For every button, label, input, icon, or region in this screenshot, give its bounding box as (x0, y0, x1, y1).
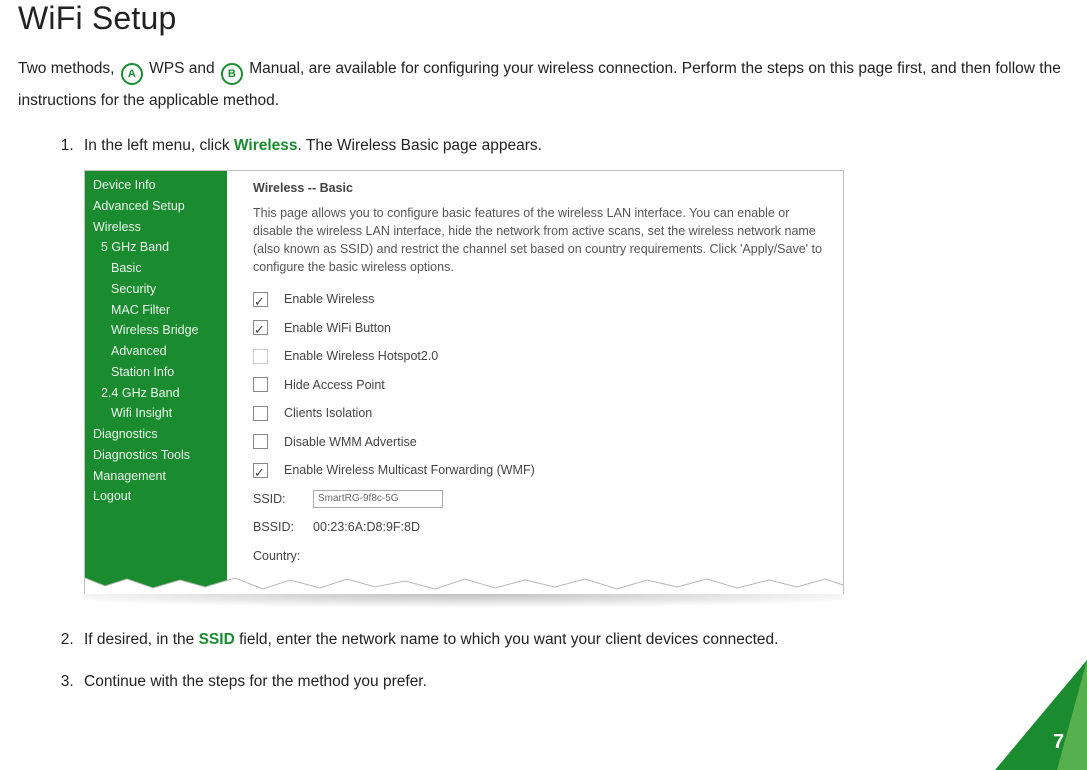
option-row: Disable WMM Advertise (253, 431, 825, 454)
option-label: Clients Isolation (284, 402, 372, 425)
step-2-pre: If desired, in the (84, 631, 199, 648)
option-row: Hide Access Point (253, 374, 825, 397)
menu-item[interactable]: Station Info (85, 362, 227, 383)
intro-method-a: WPS and (149, 60, 219, 77)
checkbox-icon[interactable] (253, 349, 268, 364)
bssid-value: 00:23:6A:D8:9F:8D (313, 516, 420, 539)
panel-description: This page allows you to configure basic … (253, 204, 825, 277)
option-label: Enable WiFi Button (284, 317, 391, 340)
checkbox-icon[interactable] (253, 292, 268, 307)
screenshot-figure: Device InfoAdvanced SetupWireless5 GHz B… (84, 170, 844, 608)
steps-list: In the left menu, click Wireless. The Wi… (18, 132, 1067, 696)
checkbox-icon[interactable] (253, 406, 268, 421)
step-1: In the left menu, click Wireless. The Wi… (78, 132, 1067, 608)
step-1-pre: In the left menu, click (84, 137, 234, 154)
option-label: Hide Access Point (284, 374, 385, 397)
option-row: Enable WiFi Button (253, 317, 825, 340)
menu-item[interactable]: Diagnostics Tools (85, 445, 227, 466)
country-row: Country: (253, 545, 825, 568)
bssid-label: BSSID: (253, 516, 313, 539)
intro-paragraph: Two methods, A WPS and B Manual, are ava… (18, 53, 1067, 117)
page-number: 7 (1053, 731, 1064, 753)
checkbox-icon[interactable] (253, 377, 268, 392)
menu-item[interactable]: Basic (85, 258, 227, 279)
step-2-post: field, enter the network name to which y… (235, 631, 779, 648)
ssid-input[interactable]: SmartRG-9f8c-5G (313, 490, 443, 508)
badge-a-icon: A (121, 63, 143, 85)
intro-pre: Two methods, (18, 60, 115, 77)
option-label: Enable Wireless Hotspot2.0 (284, 345, 438, 368)
checkbox-icon[interactable] (253, 320, 268, 335)
country-label: Country: (253, 545, 313, 568)
option-row: Clients Isolation (253, 402, 825, 425)
panel-title: Wireless -- Basic (253, 177, 825, 200)
option-label: Disable WMM Advertise (284, 431, 417, 454)
menu-item[interactable]: 2.4 GHz Band (85, 383, 227, 404)
menu-item[interactable]: Management (85, 466, 227, 487)
menu-item[interactable]: 5 GHz Band (85, 237, 227, 258)
menu-item[interactable]: Device Info (85, 175, 227, 196)
step-3: Continue with the steps for the method y… (78, 668, 1067, 696)
router-side-menu: Device InfoAdvanced SetupWireless5 GHz B… (85, 171, 227, 593)
checkbox-icon[interactable] (253, 463, 268, 478)
menu-item[interactable]: Advanced Setup (85, 196, 227, 217)
figure-shadow (84, 594, 842, 608)
option-row: Enable Wireless Multicast Forwarding (WM… (253, 459, 825, 482)
menu-item[interactable]: Diagnostics (85, 424, 227, 445)
ssid-label: SSID: (253, 488, 313, 511)
bssid-row: BSSID: 00:23:6A:D8:9F:8D (253, 516, 825, 539)
step-1-post: . The Wireless Basic page appears. (298, 137, 542, 154)
step-2-emphasis: SSID (199, 631, 235, 648)
menu-item[interactable]: Advanced (85, 341, 227, 362)
menu-item[interactable]: Wireless Bridge (85, 320, 227, 341)
menu-item[interactable]: MAC Filter (85, 300, 227, 321)
page-title: WiFi Setup (18, 0, 1067, 37)
step-2: If desired, in the SSID field, enter the… (78, 626, 1067, 654)
router-content-panel: Wireless -- Basic This page allows you t… (227, 171, 843, 593)
menu-item[interactable]: Security (85, 279, 227, 300)
checkbox-icon[interactable] (253, 434, 268, 449)
badge-b-icon: B (221, 63, 243, 85)
option-row: Enable Wireless Hotspot2.0 (253, 345, 825, 368)
option-row: Enable Wireless (253, 288, 825, 311)
option-label: Enable Wireless (284, 288, 374, 311)
step-1-emphasis: Wireless (234, 137, 298, 154)
option-label: Enable Wireless Multicast Forwarding (WM… (284, 459, 535, 482)
ssid-row: SSID: SmartRG-9f8c-5G (253, 488, 825, 511)
menu-item[interactable]: Logout (85, 486, 227, 507)
menu-item[interactable]: Wifi Insight (85, 403, 227, 424)
page-corner-badge: 7 (995, 660, 1087, 770)
menu-item[interactable]: Wireless (85, 217, 227, 238)
